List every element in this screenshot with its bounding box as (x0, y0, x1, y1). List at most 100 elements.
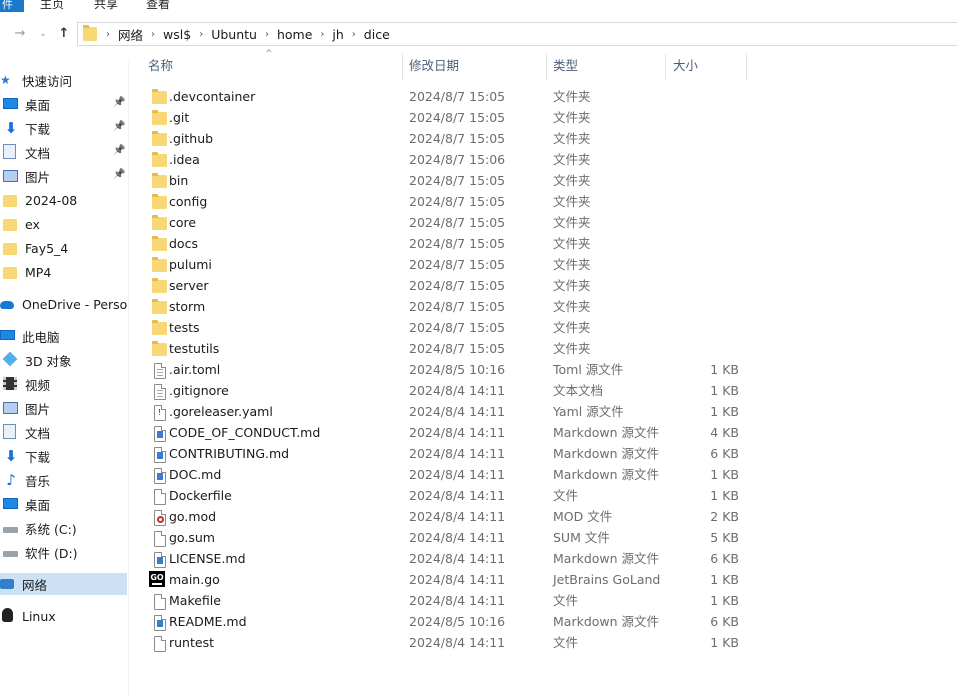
table-row[interactable]: GO main.go 2024/8/4 14:11 JetBrains GoLand 1… (146, 569, 746, 590)
column-size[interactable]: 大小 (667, 52, 698, 80)
breadcrumb-dice[interactable]: dice (360, 27, 394, 42)
pin-icon[interactable]: 📌 (113, 145, 125, 156)
sidebar-item[interactable]: 桌面 (0, 493, 127, 515)
sidebar-item[interactable]: 视频 (0, 373, 127, 395)
breadcrumb-wsl[interactable]: wsl$ (159, 27, 195, 42)
file-type: 文件夹 (553, 89, 591, 104)
tab-home[interactable]: 主页 (40, 0, 64, 11)
pin-icon[interactable]: 📌 (113, 169, 125, 180)
tab-file[interactable]: 件 (0, 0, 24, 12)
sidebar-item[interactable]: 文档 (0, 421, 127, 443)
file-name: core (169, 215, 197, 230)
sidebar-item[interactable]: Fay5_4 (0, 237, 127, 259)
table-row[interactable]: pulumi 2024/8/7 15:05 文件夹 (146, 254, 746, 275)
table-row[interactable]: ! .goreleaser.yaml 2024/8/4 14:11 Yaml 源文件 1… (146, 401, 746, 422)
pin-icon[interactable]: 📌 (113, 97, 125, 108)
sidebar-item[interactable]: 此电脑 (0, 325, 127, 347)
table-row[interactable]: .gitignore 2024/8/4 14:11 文本文档 1 KB (146, 380, 746, 401)
breadcrumb-ubuntu[interactable]: Ubuntu (207, 27, 261, 42)
chevron-right-icon[interactable]: › (316, 29, 328, 40)
arrow-right-icon[interactable]: → (12, 25, 28, 43)
table-row[interactable]: LICENSE.md 2024/8/4 14:11 Markdown 源文件 6 KB (146, 548, 746, 569)
yaml-file-icon: ! (149, 403, 166, 421)
file-type: 文件夹 (553, 152, 591, 167)
folder-icon-shape (3, 243, 17, 255)
table-row[interactable]: Makefile 2024/8/4 14:11 文件 1 KB (146, 590, 746, 611)
pane-divider[interactable] (128, 62, 129, 695)
file-type: Markdown 源文件 (553, 425, 660, 440)
sidebar-item-label: MP4 (25, 264, 52, 280)
table-row[interactable]: core 2024/8/7 15:05 文件夹 (146, 212, 746, 233)
sidebar-item[interactable]: Linux (0, 605, 127, 627)
chevron-right-icon[interactable]: › (195, 29, 207, 40)
chevron-right-icon[interactable]: › (147, 29, 159, 40)
table-row[interactable]: .idea 2024/8/7 15:06 文件夹 (146, 149, 746, 170)
file-type: 文件 (553, 593, 579, 608)
chevron-down-icon[interactable]: ⌄ (35, 25, 51, 43)
folder-shape (152, 110, 167, 125)
breadcrumb-network[interactable]: 网络 (114, 25, 147, 44)
sidebar-item[interactable]: ⬇ 下载 (0, 445, 127, 467)
table-row[interactable]: docs 2024/8/7 15:05 文件夹 (146, 233, 746, 254)
column-header: ^ 名称 修改日期 类型 大小 (130, 49, 957, 80)
documents-icon-shape (3, 424, 16, 439)
chevron-right-icon[interactable]: › (102, 29, 114, 40)
file-shape (154, 594, 166, 610)
file-type: Markdown 源文件 (553, 551, 660, 566)
tab-share[interactable]: 共享 (94, 0, 118, 11)
table-row[interactable]: tests 2024/8/7 15:05 文件夹 (146, 317, 746, 338)
sidebar-item[interactable]: 文档 📌 (0, 141, 127, 163)
tab-view[interactable]: 查看 (146, 0, 170, 11)
sidebar-item[interactable]: MP4 (0, 261, 127, 283)
file-glyph (157, 431, 163, 438)
table-row[interactable]: go.mod 2024/8/4 14:11 MOD 文件 2 KB (146, 506, 746, 527)
sidebar-item[interactable]: ex (0, 213, 127, 235)
sidebar-item[interactable]: 桌面 📌 (0, 93, 127, 115)
table-row[interactable]: CODE_OF_CONDUCT.md 2024/8/4 14:11 Markdown… (146, 422, 746, 443)
sidebar-item[interactable]: 3D 对象 (0, 349, 127, 371)
table-row[interactable]: .github 2024/8/7 15:05 文件夹 (146, 128, 746, 149)
file-shape (154, 468, 166, 484)
table-row[interactable]: .air.toml 2024/8/5 10:16 Toml 源文件 1 KB (146, 359, 746, 380)
table-row[interactable]: runtest 2024/8/4 14:11 文件 1 KB (146, 632, 746, 653)
sidebar-item[interactable]: 图片 (0, 397, 127, 419)
sidebar-item[interactable]: 2024-08 (0, 189, 127, 211)
pin-icon[interactable]: 📌 (113, 121, 125, 132)
table-row[interactable]: .devcontainer 2024/8/7 15:05 文件夹 (146, 86, 746, 107)
table-row[interactable]: config 2024/8/7 15:05 文件夹 (146, 191, 746, 212)
sidebar-item[interactable]: 图片 📌 (0, 165, 127, 187)
column-type[interactable]: 类型 (547, 52, 578, 80)
file-name: .goreleaser.yaml (169, 404, 273, 419)
table-row[interactable]: CONTRIBUTING.md 2024/8/4 14:11 Markdown 源文… (146, 443, 746, 464)
table-row[interactable]: DOC.md 2024/8/4 14:11 Markdown 源文件 1 KB (146, 464, 746, 485)
chevron-right-icon[interactable]: › (261, 29, 273, 40)
table-row[interactable]: go.sum 2024/8/4 14:11 SUM 文件 5 KB (146, 527, 746, 548)
column-name[interactable]: 名称 (142, 52, 173, 80)
sidebar-item[interactable]: ⬇ 下载 📌 (0, 117, 127, 139)
file-modified: 2024/8/5 10:16 (409, 362, 506, 377)
chevron-right-icon[interactable]: › (348, 29, 360, 40)
sidebar-item[interactable]: 系统 (C:) (0, 517, 127, 539)
column-modified[interactable]: 修改日期 (403, 52, 459, 80)
sidebar-item[interactable]: ♪ 音乐 (0, 469, 127, 491)
table-row[interactable]: storm 2024/8/7 15:05 文件夹 (146, 296, 746, 317)
table-row[interactable]: .git 2024/8/7 15:05 文件夹 (146, 107, 746, 128)
sidebar-item[interactable]: 软件 (D:) (0, 541, 127, 563)
breadcrumb-home[interactable]: home (273, 27, 316, 42)
column-divider[interactable] (746, 54, 747, 80)
sidebar-item[interactable]: OneDrive - Persona (0, 293, 127, 315)
file-type: 文件夹 (553, 110, 591, 125)
breadcrumb-jh[interactable]: jh (328, 27, 347, 42)
sidebar-item[interactable]: 网络 (0, 573, 127, 595)
sidebar-item[interactable]: ★ 快速访问 (0, 69, 127, 91)
table-row[interactable]: Dockerfile 2024/8/4 14:11 文件 1 KB (146, 485, 746, 506)
table-row[interactable]: README.md 2024/8/5 10:16 Markdown 源文件 6 KB (146, 611, 746, 632)
onedrive-icon-shape (0, 301, 14, 309)
address-bar[interactable]: › 网络 › wsl$ › Ubuntu › home › jh › dice (77, 22, 957, 46)
table-row[interactable]: server 2024/8/7 15:05 文件夹 (146, 275, 746, 296)
arrow-up-icon[interactable]: ↑ (56, 25, 72, 43)
table-row[interactable]: testutils 2024/8/7 15:05 文件夹 (146, 338, 746, 359)
file-modified: 2024/8/4 14:11 (409, 509, 506, 524)
table-row[interactable]: bin 2024/8/7 15:05 文件夹 (146, 170, 746, 191)
column-divider[interactable] (665, 54, 666, 80)
